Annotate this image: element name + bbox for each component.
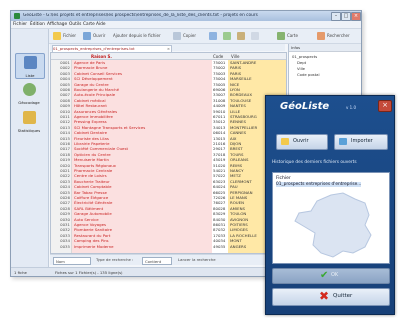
- open-button-label: Ouvrir: [293, 138, 309, 144]
- table-row[interactable]: 0035 Imprimerie Moderne 49035 ANGERS: [51, 244, 286, 249]
- menu-map[interactable]: Carte: [83, 22, 95, 27]
- sidebar-item-label: Liste: [25, 73, 35, 78]
- search-type-label: Type de recherche :: [96, 257, 134, 262]
- grid-rows: 0001 Agence de Paris 75001 SAINT-ANDRE 0002 P…: [51, 60, 286, 253]
- sidebar-item-geocodage[interactable]: Géocodage: [15, 81, 43, 105]
- sidebar-item-statistiques[interactable]: Statistiques: [15, 109, 43, 133]
- window-title: GeoListe - G:\les projets et entreprises…: [23, 13, 258, 18]
- search-type-value: Contient: [145, 258, 162, 264]
- data-grid[interactable]: Raison S. Code Ville 0001 Agence de Paris…: [50, 52, 287, 254]
- tree-node[interactable]: Code postal: [297, 72, 320, 77]
- column-header-name[interactable]: Raison S.: [91, 54, 112, 59]
- document-tabs: 01_prospects_entreprises_d'entreprises.t…: [50, 44, 285, 52]
- column-header-ville[interactable]: Ville: [231, 54, 239, 59]
- ok-button-label: OK: [331, 272, 339, 278]
- import-button-label: Importer: [351, 138, 373, 144]
- menu-help[interactable]: Aide: [96, 22, 106, 27]
- map-icon[interactable]: [237, 32, 245, 40]
- info-panel-title: Infos: [291, 45, 301, 50]
- grid-header: Raison S. Code Ville: [51, 53, 286, 60]
- import-button[interactable]: Importer: [334, 134, 388, 150]
- quit-button-label: Quitter: [333, 293, 353, 299]
- dialog-close-button[interactable]: ×: [378, 100, 392, 112]
- brand-logo: GéoListe: [280, 101, 330, 112]
- ok-button[interactable]: ✔ OK: [272, 268, 390, 284]
- history-hint: Historique des derniers fichiers ouverts: [272, 160, 357, 165]
- recent-file-item[interactable]: Fichier: [276, 176, 291, 181]
- app-icon: [14, 13, 20, 19]
- toolbar: Fichier Ouvrir Ajouter depuis le fichier…: [49, 29, 361, 44]
- recent-files-list[interactable]: Fichier 01_prospects entreprises d'entre…: [272, 172, 390, 264]
- search-field-value: Nom: [56, 258, 65, 264]
- title-bar[interactable]: GeoListe - G:\les projets et entreprises…: [11, 11, 361, 21]
- menu-edit[interactable]: Édition: [30, 22, 45, 27]
- column-header-code[interactable]: Code: [213, 54, 223, 59]
- tab-label: 01_prospects_entreprises_d'entreprises.t…: [53, 46, 135, 51]
- sidebar-item-liste[interactable]: Liste: [15, 53, 45, 79]
- sidebar: Liste Géocodage Statistiques: [11, 29, 49, 267]
- info-panel-header: Infos: [289, 44, 361, 52]
- tree-node[interactable]: Dept: [297, 60, 306, 65]
- close-x-icon: ✖: [319, 289, 330, 303]
- copy-icon[interactable]: [173, 32, 181, 40]
- geoliste-dialog: GéoListe v 1.0 × Ouvrir Importer Histori…: [265, 95, 395, 315]
- close-window-button[interactable]: ×: [351, 12, 361, 21]
- folder-icon: [281, 138, 289, 145]
- sidebar-item-label: Géocodage: [18, 100, 40, 105]
- save-icon[interactable]: [209, 32, 217, 40]
- tree-node[interactable]: Ville: [297, 66, 305, 71]
- search-icon[interactable]: [251, 32, 259, 40]
- run-search-button[interactable]: Lancer la recherche: [178, 257, 216, 262]
- tab-close-icon[interactable]: ×: [167, 46, 170, 51]
- toolbar-search-label[interactable]: Rechercher: [327, 33, 350, 38]
- row-code: 49035: [213, 243, 226, 249]
- list-icon: [24, 56, 37, 69]
- row-name: Imprimerie Moderne: [74, 243, 114, 249]
- menu-view[interactable]: Affichage: [47, 22, 67, 27]
- minimize-button[interactable]: –: [331, 12, 341, 21]
- export-icon[interactable]: [223, 32, 231, 40]
- import-icon: [339, 138, 347, 145]
- status-middle: Fiches sur 1 Fichier(s) - 135 ligne(s): [55, 270, 123, 275]
- maximize-button[interactable]: □: [341, 12, 351, 21]
- file-icon[interactable]: [53, 32, 61, 40]
- version-label: v 1.0: [346, 105, 356, 110]
- menu-tools[interactable]: Outils: [69, 22, 81, 27]
- menu-bar: Fichier Édition Affichage Outils Carte A…: [11, 21, 361, 29]
- chart-icon: [23, 111, 36, 124]
- toolbar-file-label[interactable]: Fichier: [63, 33, 76, 38]
- check-icon: ✔: [320, 270, 329, 281]
- search-field-select[interactable]: Nom: [53, 257, 91, 265]
- globe-icon: [23, 83, 36, 96]
- search-bar: Nom Type de recherche : Contient Lancer …: [50, 254, 290, 265]
- toolbar-add-label[interactable]: Ajouter depuis le fichier: [113, 33, 161, 38]
- quit-button[interactable]: ✖ Quitter: [272, 288, 390, 306]
- tab-prospects[interactable]: 01_prospects_entreprises_d'entreprises.t…: [52, 45, 172, 52]
- tree-node[interactable]: 01_prospects: [292, 54, 317, 59]
- menu-file[interactable]: Fichier: [13, 22, 27, 27]
- toolbar-copy-label[interactable]: Copier: [183, 33, 196, 38]
- toolbar-open-label[interactable]: Ouvrir: [93, 33, 105, 38]
- table-icon[interactable]: [277, 32, 285, 40]
- row-number: 0035: [60, 243, 70, 249]
- open-button[interactable]: Ouvrir: [276, 134, 328, 150]
- filter-icon[interactable]: [317, 32, 325, 40]
- toolbar-map-label[interactable]: Carte: [287, 33, 298, 38]
- sidebar-item-label: Statistiques: [17, 128, 41, 133]
- status-left: 1 fiche: [14, 270, 27, 275]
- open-icon[interactable]: [83, 32, 91, 40]
- search-type-select[interactable]: Contient: [142, 257, 172, 265]
- recent-file-item[interactable]: 01_prospects entreprises d'entreprise...: [276, 182, 362, 187]
